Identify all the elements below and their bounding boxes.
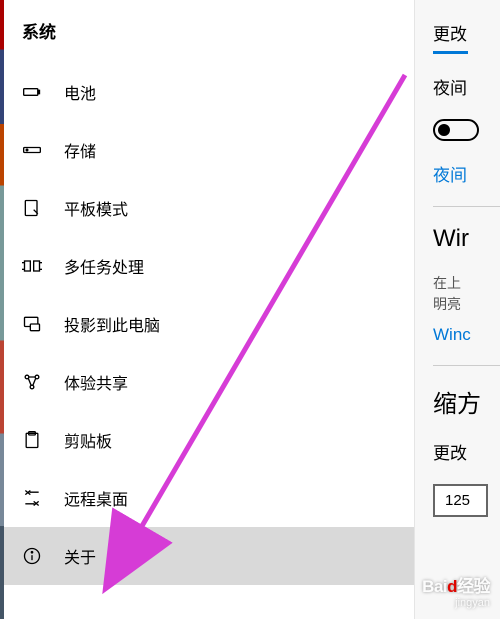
sidebar-item-label: 剪贴板 xyxy=(64,428,112,452)
tab-underline xyxy=(433,51,468,54)
windows-hd-desc-1: 在上 xyxy=(433,273,500,294)
sidebar-item-about[interactable]: 关于 xyxy=(0,527,414,585)
scale-value: 125 xyxy=(445,492,470,509)
info-icon xyxy=(22,546,42,566)
sidebar-item-label: 关于 xyxy=(64,544,96,568)
night-light-toggle[interactable] xyxy=(433,119,479,141)
divider xyxy=(433,206,500,207)
sidebar-item-shared-experiences[interactable]: 体验共享 xyxy=(0,353,414,411)
sidebar-item-tablet-mode[interactable]: 平板模式 xyxy=(0,179,414,237)
tablet-icon xyxy=(22,198,42,218)
windows-hd-link[interactable]: Winc xyxy=(433,325,500,345)
sidebar-item-multitasking[interactable]: 多任务处理 xyxy=(0,237,414,295)
remote-desktop-icon xyxy=(22,488,42,508)
settings-content: 更改 夜间 夜间 Wir 在上 明亮 Winc 缩方 更改 125 xyxy=(415,0,500,619)
sidebar-item-label: 多任务处理 xyxy=(64,254,144,278)
projecting-icon xyxy=(22,314,42,334)
sidebar-item-label: 存储 xyxy=(64,138,96,162)
share-icon xyxy=(22,372,42,392)
sidebar-item-remote-desktop[interactable]: 远程桌面 xyxy=(0,469,414,527)
sidebar-item-label: 电池 xyxy=(64,80,96,104)
window-edge-strip xyxy=(0,0,4,619)
sidebar-item-label: 远程桌面 xyxy=(64,486,128,510)
sidebar-item-projecting[interactable]: 投影到此电脑 xyxy=(0,295,414,353)
sidebar-item-label: 体验共享 xyxy=(64,370,128,394)
scale-dropdown[interactable]: 125 xyxy=(433,484,488,517)
sidebar-item-battery[interactable]: 电池 xyxy=(0,63,414,121)
battery-icon xyxy=(22,82,42,102)
divider xyxy=(433,365,500,366)
night-light-settings-link[interactable]: 夜间 xyxy=(433,161,500,186)
night-light-label: 夜间 xyxy=(433,74,500,99)
change-tab[interactable]: 更改 xyxy=(433,20,500,54)
windows-hd-heading: Wir xyxy=(433,225,500,253)
settings-sidebar: 系统 电池 存储 平板模式 多任务处理 xyxy=(0,0,415,619)
clipboard-icon xyxy=(22,430,42,450)
sidebar-title: 系统 xyxy=(0,18,414,63)
change-tab-label: 更改 xyxy=(433,25,467,44)
windows-hd-desc-2: 明亮 xyxy=(433,294,500,315)
sidebar-item-clipboard[interactable]: 剪贴板 xyxy=(0,411,414,469)
toggle-knob xyxy=(438,124,450,136)
change-scale-label: 更改 xyxy=(433,439,500,464)
sidebar-item-label: 投影到此电脑 xyxy=(64,312,160,336)
storage-icon xyxy=(22,140,42,160)
sidebar-item-storage[interactable]: 存储 xyxy=(0,121,414,179)
scale-heading: 缩方 xyxy=(433,384,500,419)
multitasking-icon xyxy=(22,256,42,276)
sidebar-item-label: 平板模式 xyxy=(64,196,128,220)
